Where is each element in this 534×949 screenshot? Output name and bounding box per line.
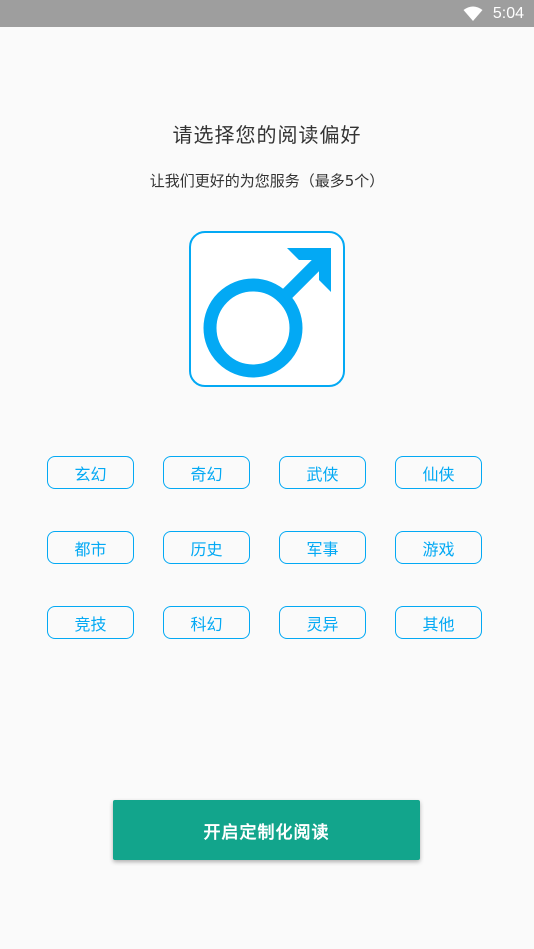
tag-jingji[interactable]: 竞技 (47, 606, 134, 639)
tag-label: 灵异 (306, 614, 339, 634)
tag-label: 武侠 (306, 464, 339, 484)
wifi-icon (463, 6, 483, 22)
tag-label: 玄幻 (74, 464, 107, 484)
tag-label: 游戏 (422, 539, 455, 559)
status-icons: 5:04 (463, 0, 524, 27)
tag-lishi[interactable]: 历史 (163, 531, 250, 564)
status-time: 5:04 (492, 4, 524, 22)
page-subtitle: 让我们更好的为您服务（最多5个） (149, 172, 385, 190)
tag-label: 奇幻 (190, 464, 223, 484)
tag-label: 都市 (74, 539, 107, 559)
tag-xianxia[interactable]: 仙侠 (395, 456, 482, 489)
tag-qihuan[interactable]: 奇幻 (163, 456, 250, 489)
tag-wuxia[interactable]: 武侠 (279, 456, 366, 489)
gender-toggle-button[interactable] (189, 231, 345, 387)
tag-kehuan[interactable]: 科幻 (163, 606, 250, 639)
status-bar: 5:04 (0, 0, 534, 27)
tag-lingyi[interactable]: 灵异 (279, 606, 366, 639)
tag-xuanhuan[interactable]: 玄幻 (47, 456, 134, 489)
tag-label: 科幻 (190, 614, 223, 634)
tag-qita[interactable]: 其他 (395, 606, 482, 639)
male-symbol-icon (203, 248, 331, 378)
tag-label: 军事 (306, 539, 339, 559)
page-title: 请选择您的阅读偏好 (172, 123, 362, 147)
tag-dushi[interactable]: 都市 (47, 531, 134, 564)
start-custom-reading-button[interactable]: 开启定制化阅读 (113, 800, 420, 860)
tag-youxi[interactable]: 游戏 (395, 531, 482, 564)
tag-label: 历史 (190, 539, 223, 559)
tag-junshi[interactable]: 军事 (279, 531, 366, 564)
tag-label: 仙侠 (422, 464, 455, 484)
tag-label: 其他 (422, 614, 455, 634)
tag-label: 竞技 (74, 614, 107, 634)
start-button-label: 开启定制化阅读 (203, 822, 330, 843)
